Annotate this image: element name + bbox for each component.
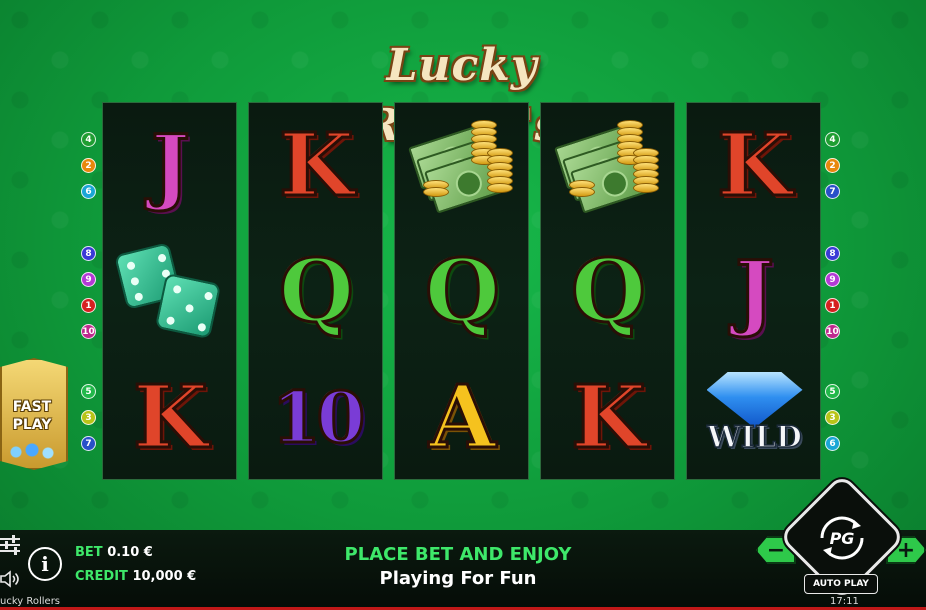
gems-icon bbox=[6, 442, 62, 462]
symbol-k: K bbox=[278, 115, 356, 216]
payline-left-10[interactable]: 10 bbox=[81, 324, 96, 339]
symbol-k: K bbox=[132, 367, 210, 468]
reel-cell: 10 bbox=[249, 355, 384, 481]
payline-left-1[interactable]: 1 bbox=[81, 298, 96, 313]
payline-left-4[interactable]: 4 bbox=[81, 132, 96, 147]
reel-2: K Q 10 bbox=[248, 102, 383, 480]
payline-left-8[interactable]: 8 bbox=[81, 246, 96, 261]
reel-cell bbox=[541, 103, 676, 229]
fast-play-label: FAST PLAY bbox=[12, 399, 52, 433]
spin-icon[interactable]: PG bbox=[812, 508, 872, 568]
info-button[interactable]: i bbox=[28, 547, 62, 581]
payline-right-5[interactable]: 5 bbox=[825, 384, 840, 399]
reel-1: JK bbox=[102, 102, 237, 480]
svg-text:PG: PG bbox=[830, 529, 855, 548]
status-message: PLACE BET AND ENJOY bbox=[344, 544, 572, 565]
payline-right-9[interactable]: 9 bbox=[825, 272, 840, 287]
reel-cell: K bbox=[103, 355, 238, 481]
symbol-j: J bbox=[734, 244, 776, 340]
payline-right-2[interactable]: 2 bbox=[825, 158, 840, 173]
bet-value: 0.10 € bbox=[107, 545, 153, 560]
money-icon bbox=[407, 120, 519, 214]
reel-cell: J bbox=[103, 103, 238, 229]
payline-left-6[interactable]: 6 bbox=[81, 184, 96, 199]
symbol-q: Q bbox=[278, 241, 356, 342]
reel-cell: K bbox=[249, 103, 384, 229]
settings-sliders-icon[interactable] bbox=[0, 534, 22, 555]
symbol-k: K bbox=[716, 115, 794, 216]
symbol-10: 10 bbox=[270, 376, 366, 459]
payline-left-5[interactable]: 5 bbox=[81, 384, 96, 399]
bet-display: BET 0.10 € bbox=[75, 545, 153, 560]
credit-display: CREDIT 10,000 € bbox=[75, 569, 196, 584]
reel-cell: J bbox=[687, 229, 822, 355]
symbol-j: J bbox=[150, 118, 192, 214]
bet-label: BET bbox=[75, 545, 103, 560]
reel-cell: K bbox=[687, 103, 822, 229]
reel-cell: K bbox=[541, 355, 676, 481]
fast-play-button[interactable]: FAST PLAY bbox=[0, 358, 68, 470]
payline-right-4[interactable]: 4 bbox=[825, 132, 840, 147]
symbol-q: Q bbox=[570, 241, 648, 342]
payline-right-7[interactable]: 7 bbox=[825, 184, 840, 199]
payline-right-1[interactable]: 1 bbox=[825, 298, 840, 313]
reel-4: QK bbox=[540, 102, 675, 480]
reel-cell bbox=[395, 103, 530, 229]
wild-label: WILD bbox=[706, 419, 802, 456]
payline-left-2[interactable]: 2 bbox=[81, 158, 96, 173]
reel-cell: WILD bbox=[687, 355, 822, 481]
payline-right-10[interactable]: 10 bbox=[825, 324, 840, 339]
speaker-icon[interactable] bbox=[0, 570, 22, 588]
clock: 17:11 bbox=[830, 596, 859, 607]
game-logo: Lucky Roller's bbox=[364, 40, 560, 151]
reel-cell: Q bbox=[395, 229, 530, 355]
payline-left-7[interactable]: 7 bbox=[81, 436, 96, 451]
mode-message: Playing For Fun bbox=[379, 568, 537, 589]
symbol-a: A bbox=[428, 367, 498, 468]
money-icon bbox=[553, 120, 665, 214]
payline-left-3[interactable]: 3 bbox=[81, 410, 96, 425]
reel-5: K J WILD bbox=[686, 102, 821, 480]
dice-icon bbox=[113, 242, 226, 342]
payline-left-9[interactable]: 9 bbox=[81, 272, 96, 287]
payline-right-8[interactable]: 8 bbox=[825, 246, 840, 261]
reel-cell bbox=[103, 229, 238, 355]
symbol-q: Q bbox=[424, 241, 502, 342]
payline-right-6[interactable]: 6 bbox=[825, 436, 840, 451]
reel-cell: A bbox=[395, 355, 530, 481]
reel-cell: Q bbox=[249, 229, 384, 355]
payline-right-3[interactable]: 3 bbox=[825, 410, 840, 425]
game-name-footer: ucky Rollers bbox=[0, 596, 61, 607]
reel-cell: Q bbox=[541, 229, 676, 355]
reel-3: QA bbox=[394, 102, 529, 480]
wild-symbol: WILD bbox=[697, 368, 813, 468]
auto-play-button[interactable]: AUTO PLAY bbox=[804, 574, 878, 594]
credit-label: CREDIT bbox=[75, 569, 128, 584]
symbol-k: K bbox=[570, 367, 648, 468]
credit-value: 10,000 € bbox=[132, 569, 197, 584]
